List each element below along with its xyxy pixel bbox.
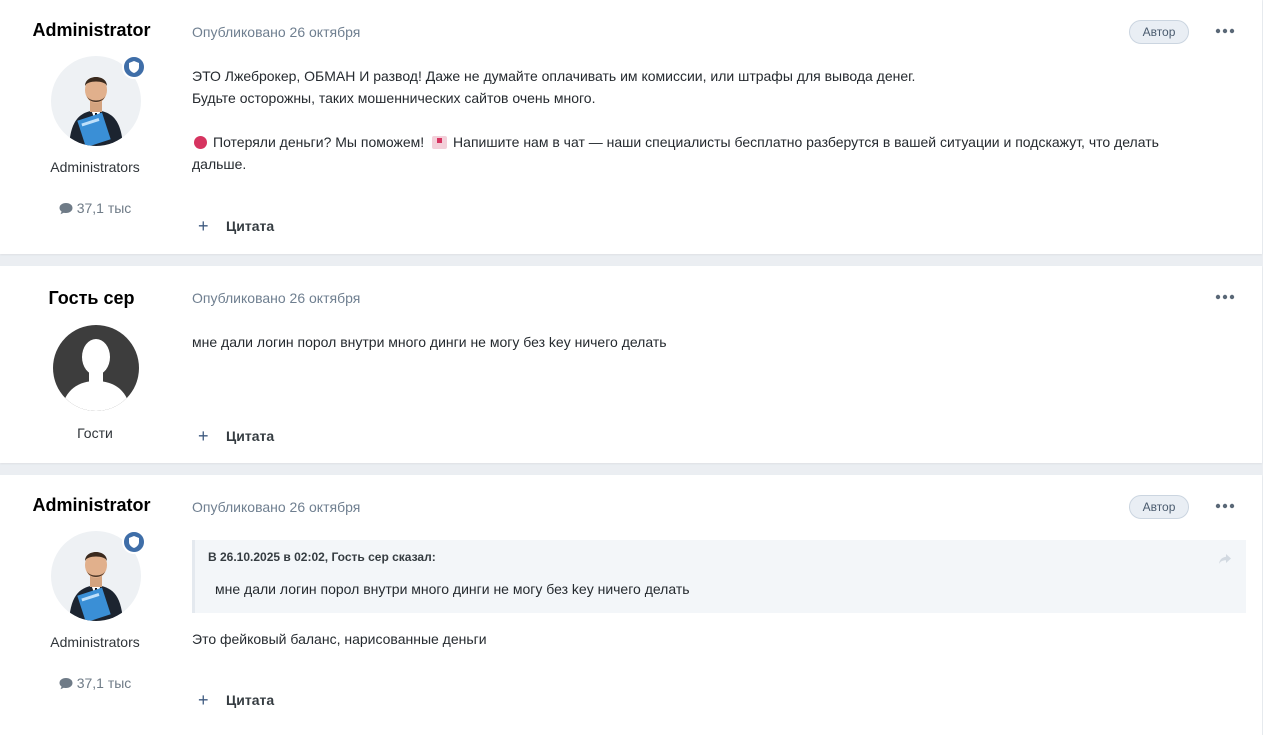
promo-line: Потеряли деньги? Мы поможем! Напишите на… xyxy=(192,131,1232,153)
quote-text: мне дали логин порол внутри много динги … xyxy=(215,581,690,597)
more-icon[interactable] xyxy=(1214,290,1236,304)
post-3: Administrator Administrators 37,1 тыс Оп… xyxy=(0,475,1262,735)
more-icon[interactable] xyxy=(1214,499,1236,513)
plus-icon: + xyxy=(198,690,209,710)
more-icon[interactable] xyxy=(1214,24,1236,38)
author-badge: Автор xyxy=(1129,495,1189,519)
post-count-value: 37,1 тыс xyxy=(76,675,132,691)
quote-label: Цитата xyxy=(226,692,275,708)
author-name[interactable]: Administrator xyxy=(0,495,183,516)
author-name[interactable]: Administrator xyxy=(0,20,183,41)
published-date[interactable]: Опубликовано 26 октября xyxy=(192,24,360,40)
quote-citation[interactable]: В 26.10.2025 в 02:02, Гость сер сказал: xyxy=(208,550,436,564)
author-badge: Автор xyxy=(1129,20,1189,44)
post-count[interactable]: 37,1 тыс xyxy=(0,200,190,218)
content-line: ЭТО Лжеброкер, ОБМАН И развод! Даже не д… xyxy=(192,68,916,84)
user-group: Administrators xyxy=(50,634,140,650)
post-2: Гость сер Гости Опубликовано 26 октября … xyxy=(0,266,1262,463)
post-count[interactable]: 37,1 тыс xyxy=(0,675,190,693)
shield-icon xyxy=(122,530,146,554)
post-count-value: 37,1 тыс xyxy=(76,200,132,216)
promo-line-end: дальше. xyxy=(192,156,247,172)
avatar xyxy=(53,325,139,411)
shield-icon xyxy=(122,55,146,79)
published-date[interactable]: Опубликовано 26 октября xyxy=(192,499,360,515)
user-group: Гости xyxy=(77,425,113,441)
promo-text: Потеряли деньги? Мы поможем! xyxy=(213,134,425,150)
post-content: мне дали логин порол внутри много динги … xyxy=(192,334,667,350)
quoted-post: В 26.10.2025 в 02:02, Гость сер сказал: … xyxy=(192,540,1246,613)
red-circle-icon xyxy=(194,136,207,149)
post-1: Administrator Administrators 37,1 тыс Оп… xyxy=(0,0,1262,254)
comment-icon xyxy=(59,677,73,693)
published-date[interactable]: Опубликовано 26 октября xyxy=(192,290,360,306)
post-content: ЭТО Лжеброкер, ОБМАН И развод! Даже не д… xyxy=(192,65,1232,175)
quote-button[interactable]: + Цитата xyxy=(198,216,274,237)
inbox-icon xyxy=(432,136,448,149)
promo-text: Напишите нам в чат — наши специалисты бе… xyxy=(453,134,1159,150)
user-group: Administrators xyxy=(50,159,140,175)
content-line: Будьте осторожны, таких мошеннических са… xyxy=(192,90,596,106)
comment-icon xyxy=(59,202,73,218)
quote-label: Цитата xyxy=(226,428,275,444)
share-icon[interactable] xyxy=(1218,552,1232,564)
quote-button[interactable]: + Цитата xyxy=(198,690,274,711)
quote-label: Цитата xyxy=(226,218,275,234)
post-content: Это фейковый баланс, нарисованные деньги xyxy=(192,631,487,647)
author-name: Гость сер xyxy=(48,288,135,308)
plus-icon: + xyxy=(198,426,209,446)
quote-button[interactable]: + Цитата xyxy=(198,426,274,447)
plus-icon: + xyxy=(198,216,209,236)
